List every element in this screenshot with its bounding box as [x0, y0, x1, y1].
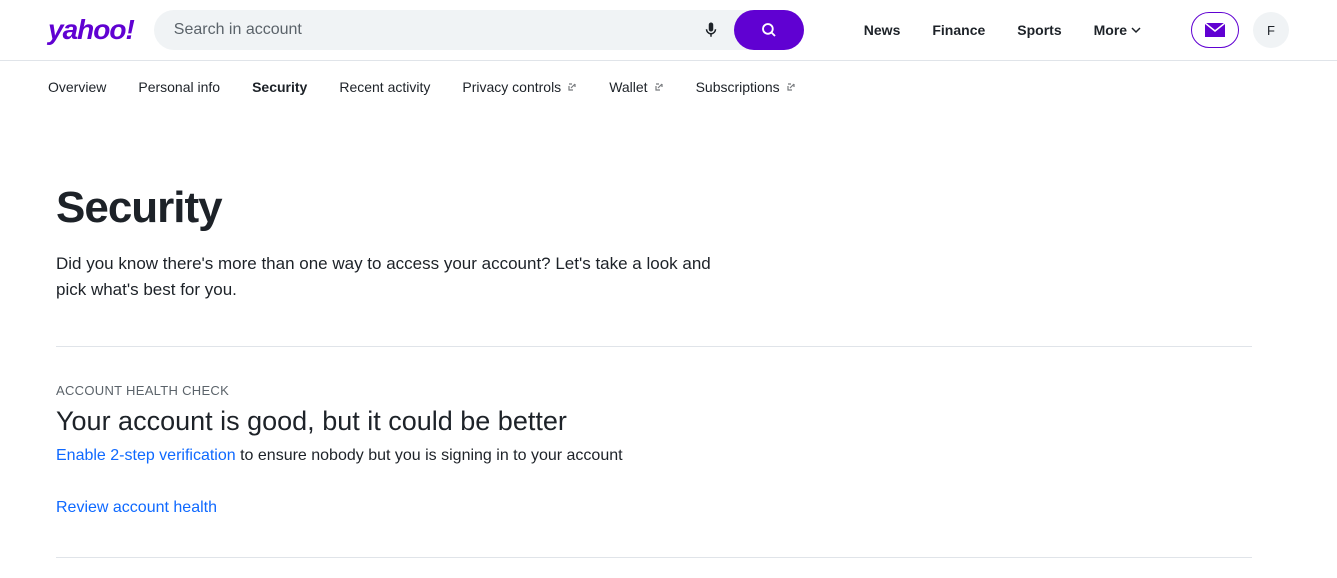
enable-2step-link[interactable]: Enable 2-step verification — [56, 447, 236, 464]
account-health-section: ACCOUNT HEALTH CHECK Your account is goo… — [56, 383, 1252, 517]
subnav-security[interactable]: Security — [252, 79, 307, 95]
main-content: Security Did you know there's more than … — [0, 113, 1300, 578]
mail-button[interactable] — [1191, 12, 1239, 48]
microphone-icon[interactable] — [702, 21, 720, 39]
page-title: Security — [56, 183, 1252, 233]
site-header: yahoo! News Finance Sports More F — [0, 0, 1337, 61]
subnav-privacy-controls[interactable]: Privacy controls — [462, 79, 577, 95]
subnav-overview[interactable]: Overview — [48, 79, 106, 95]
review-account-health-link[interactable]: Review account health — [56, 499, 217, 517]
section-body-rest: to ensure nobody but you is signing in t… — [236, 447, 623, 464]
section-label: ACCOUNT HEALTH CHECK — [56, 383, 1252, 398]
topnav-news[interactable]: News — [864, 22, 901, 38]
mail-icon — [1205, 23, 1225, 37]
subnav-wallet-label: Wallet — [609, 79, 647, 95]
search-input[interactable] — [174, 21, 688, 39]
section-heading: Your account is good, but it could be be… — [56, 406, 1252, 437]
subnav-subscriptions[interactable]: Subscriptions — [696, 79, 796, 95]
avatar[interactable]: F — [1253, 12, 1289, 48]
search-button[interactable] — [734, 10, 804, 50]
page-description: Did you know there's more than one way t… — [56, 251, 716, 302]
search-bar — [154, 10, 804, 50]
yahoo-logo[interactable]: yahoo! — [48, 14, 134, 46]
account-subnav: Overview Personal info Security Recent a… — [0, 61, 1337, 113]
search-icon — [760, 21, 778, 39]
topnav-sports[interactable]: Sports — [1017, 22, 1061, 38]
subnav-recent-activity[interactable]: Recent activity — [339, 79, 430, 95]
chevron-down-icon — [1131, 25, 1141, 35]
divider — [56, 346, 1252, 347]
divider — [56, 557, 1252, 558]
section-body: Enable 2-step verification to ensure nob… — [56, 447, 1252, 465]
subnav-subscriptions-label: Subscriptions — [696, 79, 780, 95]
external-link-icon — [654, 82, 664, 92]
header-right: F — [1191, 12, 1289, 48]
topnav-more[interactable]: More — [1094, 22, 1141, 38]
subnav-privacy-label: Privacy controls — [462, 79, 561, 95]
subnav-wallet[interactable]: Wallet — [609, 79, 663, 95]
topnav-finance[interactable]: Finance — [932, 22, 985, 38]
external-link-icon — [786, 82, 796, 92]
subnav-personal-info[interactable]: Personal info — [138, 79, 220, 95]
top-nav: News Finance Sports More — [864, 22, 1141, 38]
topnav-more-label: More — [1094, 22, 1127, 38]
external-link-icon — [567, 82, 577, 92]
